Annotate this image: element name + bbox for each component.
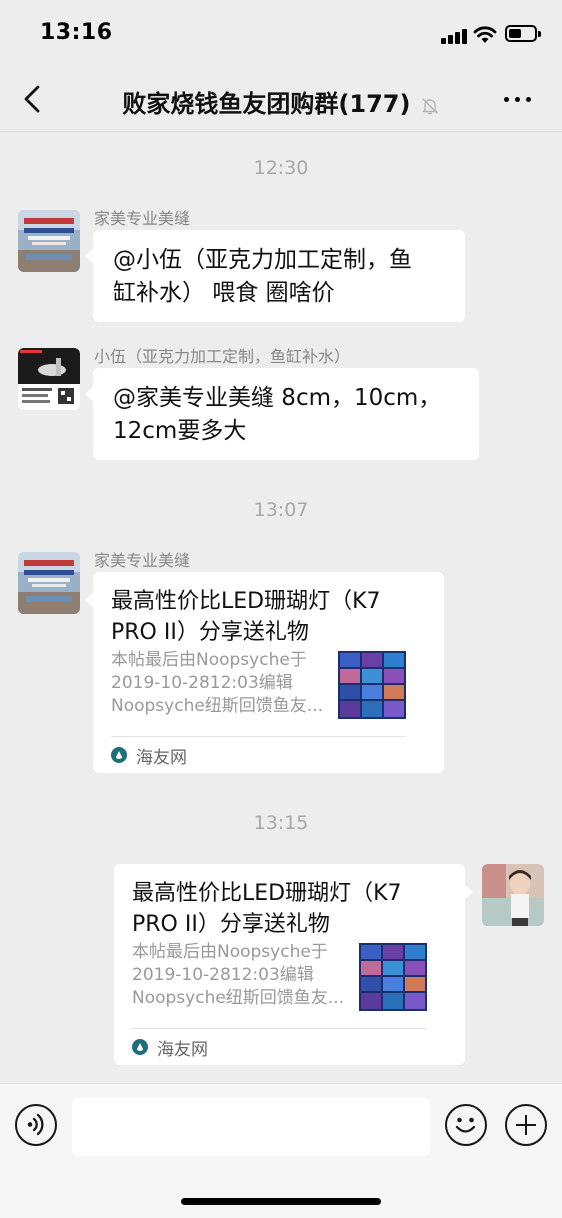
link-card[interactable]: 最高性价比LED珊瑚灯（K7 PRO II）分享送礼物 本帖最后由Noopsyc… [114, 864, 473, 1065]
sender-name: 家美专业美缝 [94, 209, 191, 228]
home-indicator [181, 1198, 381, 1205]
plus-icon[interactable] [505, 1104, 547, 1146]
card-desc-line: 本帖最后由Noopsyche于 [132, 942, 328, 962]
card-desc-line: Noopsyche纽斯回馈鱼友... [111, 696, 324, 716]
emoji-icon[interactable] [445, 1104, 487, 1146]
chat-title-area: 败家烧钱鱼友团购群(177) [90, 84, 472, 119]
site-logo-icon [111, 747, 127, 763]
message-line: @家美专业美缝 8cm，10cm， [113, 385, 442, 411]
card-title-line: PRO II）分享送礼物 [111, 620, 309, 645]
message-input[interactable] [72, 1098, 430, 1156]
source-label: 海友网 [157, 1039, 208, 1060]
card-title-line: 最高性价比LED珊瑚灯（K7 [111, 589, 381, 614]
message-timestamp: 13:15 [253, 812, 309, 834]
avatar[interactable] [18, 552, 80, 614]
source-label: 海友网 [136, 747, 187, 768]
chat-bubble[interactable]: @家美专业美缝 8cm，10cm， 12cm要多大 [85, 368, 479, 460]
card-desc-line: 2019-10-2812:03编辑 [132, 965, 314, 985]
card-title-line: PRO II）分享送礼物 [132, 912, 330, 937]
status-time: 13:16 [40, 20, 113, 45]
avatar[interactable] [482, 864, 544, 926]
chat-title: 败家烧钱鱼友团购群(177) [122, 90, 411, 118]
card-desc-line: 本帖最后由Noopsyche于 [111, 650, 307, 670]
divider [111, 736, 406, 737]
sender-name: 小伍（亚克力加工定制，鱼缸补水） [94, 347, 351, 366]
card-desc-line: Noopsyche纽斯回馈鱼友... [132, 988, 345, 1008]
battery-icon [505, 25, 541, 42]
card-title-line: 最高性价比LED珊瑚灯（K7 [132, 881, 402, 906]
sender-name: 家美专业美缝 [94, 551, 191, 570]
cellular-signal-icon [441, 28, 467, 44]
wifi-icon [473, 26, 497, 43]
link-card-source: 海友网 [111, 744, 187, 768]
link-card-title: 最高性价比LED珊瑚灯（K7 PRO II）分享送礼物 [132, 878, 450, 940]
link-card-thumbnail [338, 651, 406, 719]
chat-bubble[interactable]: @小伍（亚克力加工定制，鱼 缸补水） 喂食 圈啥价 [85, 230, 465, 322]
card-desc-line: 2019-10-2812:03编辑 [111, 673, 293, 693]
message-line: 缸补水） 喂食 圈啥价 [113, 280, 335, 306]
avatar[interactable] [18, 210, 80, 272]
avatar[interactable] [18, 348, 80, 410]
chat-header: 败家烧钱鱼友团购群(177) [0, 66, 562, 132]
divider [132, 1028, 427, 1029]
link-card-thumbnail [359, 943, 427, 1011]
link-card[interactable]: 最高性价比LED珊瑚灯（K7 PRO II）分享送礼物 本帖最后由Noopsyc… [85, 572, 444, 773]
bell-slash-icon [421, 97, 438, 114]
link-card-description: 本帖最后由Noopsyche于 2019-10-2812:03编辑 Noopsy… [132, 941, 360, 1010]
site-logo-icon [132, 1039, 148, 1055]
more-dots-icon[interactable] [504, 90, 534, 108]
voice-icon[interactable] [15, 1104, 57, 1146]
message-timestamp: 13:07 [253, 499, 309, 521]
link-card-source: 海友网 [132, 1036, 208, 1060]
link-card-description: 本帖最后由Noopsyche于 2019-10-2812:03编辑 Noopsy… [111, 649, 339, 718]
link-card-title: 最高性价比LED珊瑚灯（K7 PRO II）分享送礼物 [111, 586, 429, 648]
chevron-left-icon[interactable] [18, 82, 50, 116]
message-line: 12cm要多大 [113, 418, 247, 444]
status-bar: 13:16 [0, 0, 562, 66]
message-line: @小伍（亚克力加工定制，鱼 [113, 247, 412, 273]
message-timestamp: 12:30 [253, 157, 309, 179]
